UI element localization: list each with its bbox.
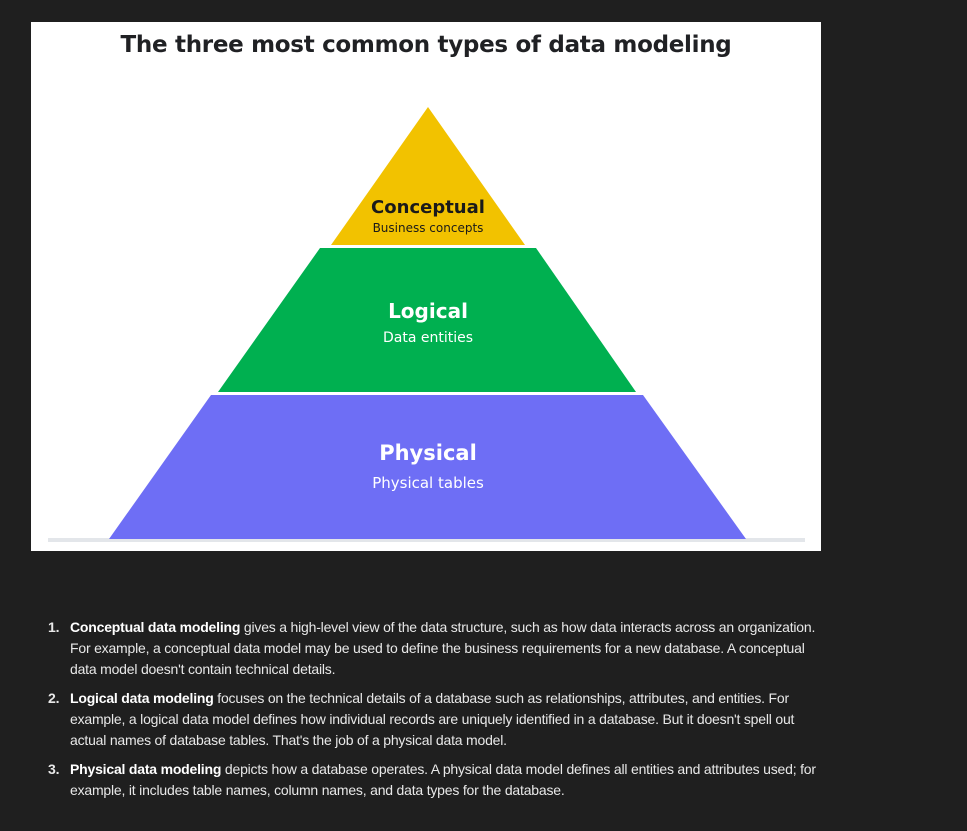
list-term: Physical data modeling: [70, 761, 222, 777]
data-modeling-figure: The three most common types of data mode…: [31, 22, 821, 551]
list-term: Logical data modeling: [70, 690, 214, 706]
conceptual-tier-name: Conceptual: [371, 197, 485, 218]
physical-tier-shape: [109, 395, 746, 539]
logical-tier-name: Logical: [388, 299, 468, 323]
data-modeling-list: 1. Conceptual data modeling gives a high…: [48, 617, 828, 809]
conceptual-tier-subtitle: Business concepts: [373, 221, 484, 235]
list-number: 3.: [48, 761, 60, 777]
list-term: Conceptual data modeling: [70, 619, 241, 635]
list-item: 2. Logical data modeling focuses on the …: [48, 688, 828, 751]
list-item: 3. Physical data modeling depicts how a …: [48, 759, 828, 801]
pyramid-diagram: Physical Physical tables Logical Data en…: [48, 107, 805, 542]
list-number: 1.: [48, 619, 60, 635]
physical-tier-name: Physical: [379, 441, 477, 465]
list-item: 1. Conceptual data modeling gives a high…: [48, 617, 828, 680]
list-number: 2.: [48, 690, 60, 706]
physical-tier-subtitle: Physical tables: [372, 474, 484, 492]
logical-tier-subtitle: Data entities: [383, 330, 473, 346]
